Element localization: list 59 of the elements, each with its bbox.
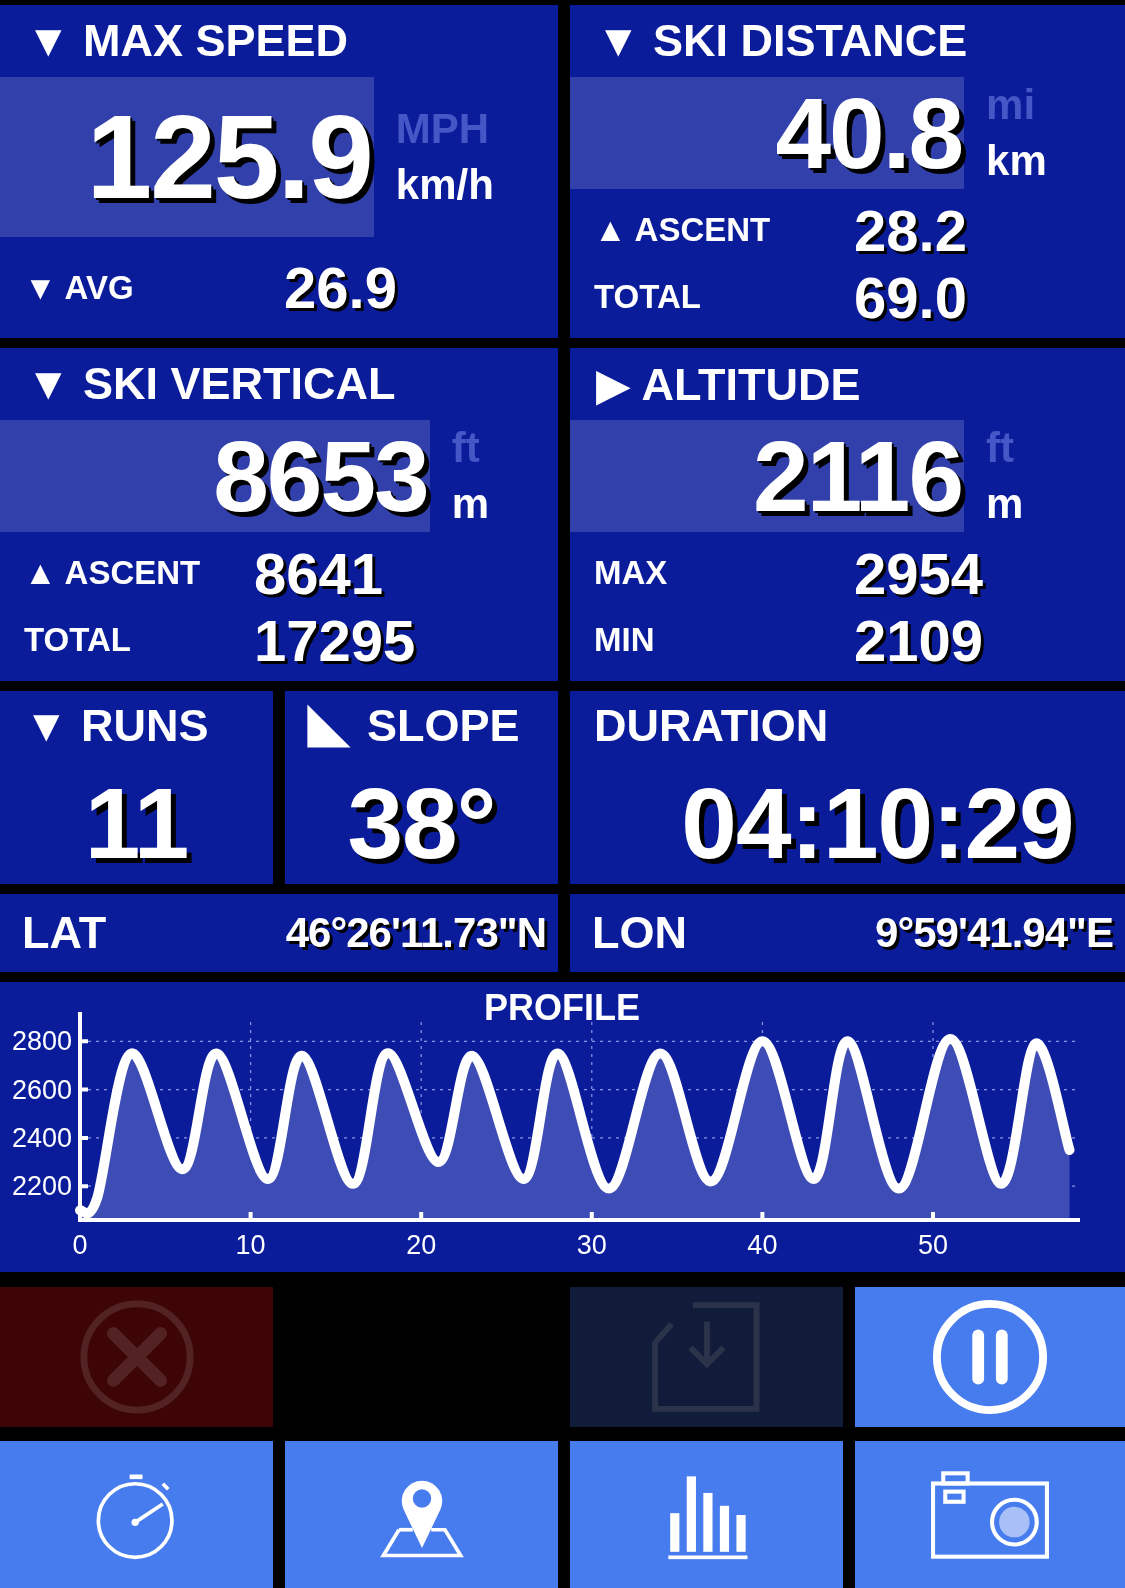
x-tick-label: 30 <box>576 1230 607 1260</box>
stat-label: MAX <box>594 554 669 592</box>
y-tick-label: 2200 <box>11 1171 72 1202</box>
y-tick-label: 2800 <box>11 1026 72 1057</box>
stat-value: 2109 <box>853 606 985 674</box>
tile-title: SLOPE <box>367 700 520 752</box>
metric-tile[interactable]: SLOPE 38° <box>285 691 558 884</box>
stat-value: 26.9 <box>283 254 398 321</box>
unit-label[interactable]: m <box>986 480 1024 528</box>
unit-label[interactable]: km/h <box>395 161 494 209</box>
slope-icon <box>305 702 353 750</box>
stat-value: 28.2 <box>853 196 968 264</box>
y-tick-label: 2400 <box>11 1122 72 1153</box>
tile-title: ▼ RUNS <box>24 700 209 752</box>
metric-value: 2116 <box>753 426 963 526</box>
tile-title: DURATION <box>594 700 829 752</box>
coordinate-label: LAT <box>22 907 107 959</box>
metric-value: 04:10:29 <box>681 772 1074 873</box>
close-icon <box>77 1298 196 1416</box>
stat-value: 69.0 <box>853 263 968 331</box>
panel-title: ▼ SKI VERTICAL <box>26 358 396 410</box>
x-tick-label: 0 <box>72 1230 88 1260</box>
coordinate-label: LON <box>592 907 687 959</box>
camera-tab[interactable] <box>855 1441 1125 1588</box>
stat-label: ▲ ASCENT <box>24 554 202 592</box>
panel-title: ▶ ALTITUDE <box>596 357 861 411</box>
x-tick-label: 20 <box>406 1230 437 1260</box>
coordinate-value: 9°59'41.94"E <box>875 909 1113 957</box>
stat-value: 17295 <box>254 606 417 674</box>
panel-title: ▼ SKI DISTANCE <box>596 15 968 67</box>
stat-value: 2954 <box>853 539 985 607</box>
stat-label: ▼ AVG <box>24 268 135 307</box>
metric-value: 38° <box>347 772 496 873</box>
x-tick-label: 40 <box>747 1230 778 1260</box>
stopwatch-tab[interactable] <box>0 1441 273 1588</box>
metric-value: 11 <box>84 772 189 873</box>
metric-tile[interactable]: ▼ RUNS 11 <box>0 691 273 884</box>
map-tab[interactable] <box>285 1441 558 1588</box>
y-tick-label: 2600 <box>11 1074 72 1105</box>
coordinate-value: 46°26'11.73"N <box>285 909 546 957</box>
unit-label[interactable]: m <box>451 480 489 528</box>
stats-tab[interactable] <box>570 1441 843 1588</box>
x-tick-label: 10 <box>235 1230 266 1260</box>
stat-label: ▲ ASCENT <box>594 211 772 249</box>
stat-label: TOTAL <box>594 278 702 316</box>
metric-value: 125.9 <box>86 98 372 216</box>
metric-tile[interactable]: DURATION 04:10:29 <box>570 691 1125 884</box>
camera-icon <box>929 1469 1051 1561</box>
stat-label: TOTAL <box>24 621 132 659</box>
pause-button[interactable] <box>855 1287 1125 1427</box>
panel-title: ▼ MAX SPEED <box>26 15 349 67</box>
metric-value: 40.8 <box>775 83 963 183</box>
x-tick-label: 50 <box>917 1230 948 1260</box>
pause-icon <box>931 1298 1049 1416</box>
unit-label[interactable]: km <box>986 137 1047 185</box>
stat-value: 8641 <box>254 539 385 607</box>
stat-label: MIN <box>594 621 656 659</box>
metric-value: 8653 <box>213 426 428 526</box>
chart-title: PROFILE <box>484 987 640 1028</box>
